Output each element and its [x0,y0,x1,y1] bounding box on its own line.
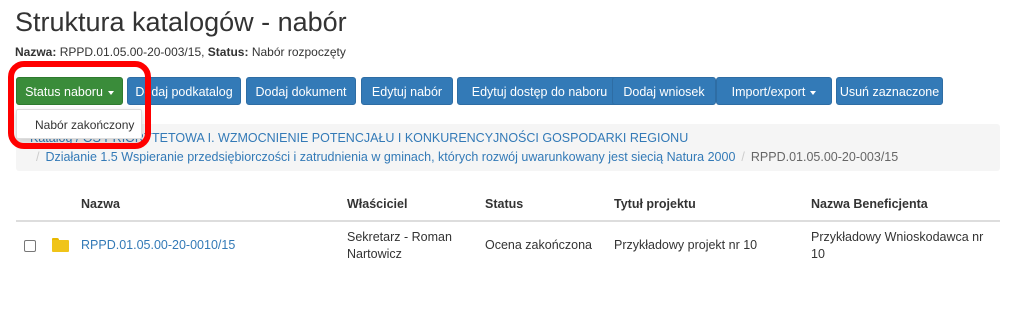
column-header-owner[interactable]: Właściciel [347,197,407,211]
column-header-status[interactable]: Status [485,197,523,211]
page-title: Struktura katalogów - nabór [15,7,347,37]
meta-status-label: Status: [207,45,249,59]
add-application-button[interactable]: Dodaj wniosek [612,77,716,105]
row-project-title: Przykładowy projekt nr 10 [614,238,758,252]
edit-call-button[interactable]: Edytuj nabór [361,77,453,105]
import-export-button[interactable]: Import/export [716,77,832,105]
dropdown-item-finished[interactable]: Nabór zakończony [35,118,134,132]
column-header-name[interactable]: Nazwa [81,197,120,211]
status-button-label: Status naboru [25,85,103,99]
meta-name-label: Nazwa: [15,45,57,59]
breadcrumb-current: RPPD.01.05.00-20-003/15 [750,150,899,164]
meta-status-value: Nabór rozpoczęty [251,45,346,59]
row-status: Ocena zakończona [485,238,593,252]
breadcrumb-line-2: / Działanie 1.5 Wspieranie przedsiębiorcz… [30,150,898,164]
row-owner: Sekretarz - Roman Nartowicz [347,230,452,261]
add-document-button[interactable]: Dodaj dokument [246,77,356,105]
edit-access-button[interactable]: Edytuj dostęp do naboru [457,77,622,105]
breadcrumb: Katalog / OŚ PRIORYTETOWA I. WZMOCNIENIE… [16,124,1000,171]
row-checkbox[interactable] [24,240,36,252]
folder-icon [52,238,69,252]
page-meta: Nazwa: RPPD.01.05.00-20-003/15, Status: … [15,45,346,59]
status-dropdown-button[interactable]: Status naboru [16,77,123,105]
caret-down-icon [810,90,817,95]
column-header-beneficiary[interactable]: Nazwa Beneficjenta [811,197,928,211]
breadcrumb-link-action[interactable]: Działanie 1.5 Wspieranie przedsiębiorczo… [45,150,735,164]
add-subcatalog-button[interactable]: Dodaj podkatalog [127,77,241,105]
breadcrumb-separator: / [741,150,745,164]
caret-down-icon [107,90,114,95]
breadcrumb-separator: / [36,150,40,164]
table-header-divider [16,220,1000,222]
delete-selected-button[interactable]: Usuń zaznaczone [836,77,943,105]
row-beneficiary: Przykładowy Wnioskodawca nr 10 [811,230,984,261]
column-header-project-title[interactable]: Tytuł projektu [614,197,696,211]
status-dropdown-menu: Nabór zakończony [16,109,142,139]
import-export-label: Import/export [731,85,806,99]
meta-name-value: RPPD.01.05.00-20-003/15, [59,45,205,59]
row-name-link[interactable]: RPPD.01.05.00-20-0010/15 [81,237,235,254]
